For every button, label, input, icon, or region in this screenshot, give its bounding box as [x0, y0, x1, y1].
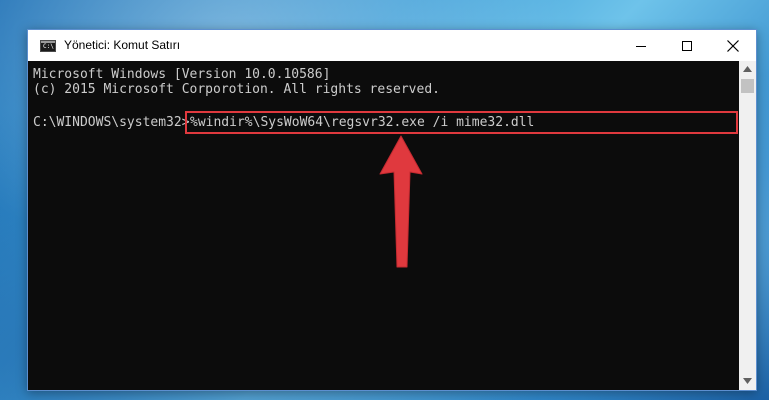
minimize-icon — [636, 46, 646, 47]
scroll-up-icon — [743, 66, 752, 72]
scroll-down-button[interactable] — [739, 373, 756, 390]
console-prompt: C:\WINDOWS\system32> — [33, 115, 190, 130]
command-prompt-window: C:\ Yönetici: Komut Satırı Microsoft Win… — [27, 29, 757, 391]
scroll-down-icon — [743, 378, 752, 384]
window-title: Yönetici: Komut Satırı — [64, 38, 181, 52]
scroll-up-button[interactable] — [739, 61, 756, 78]
close-button[interactable] — [710, 30, 756, 61]
console-line-copyright: (c) 2015 Microsoft Corporotion. All righ… — [33, 82, 440, 97]
close-icon — [727, 40, 739, 52]
maximize-icon — [682, 41, 692, 51]
up-arrow-icon — [379, 135, 423, 268]
scroll-thumb[interactable] — [741, 79, 754, 93]
minimize-button[interactable] — [618, 30, 664, 61]
command-prompt-icon[interactable]: C:\ — [40, 40, 56, 52]
console-line-version: Microsoft Windows [Version 10.0.10586] — [33, 67, 331, 82]
command-highlight-box — [185, 111, 738, 134]
maximize-button[interactable] — [664, 30, 710, 61]
vertical-scrollbar[interactable] — [739, 61, 756, 390]
console-output[interactable]: Microsoft Windows [Version 10.0.10586] (… — [28, 61, 739, 390]
title-bar[interactable]: C:\ Yönetici: Komut Satırı — [28, 30, 756, 61]
